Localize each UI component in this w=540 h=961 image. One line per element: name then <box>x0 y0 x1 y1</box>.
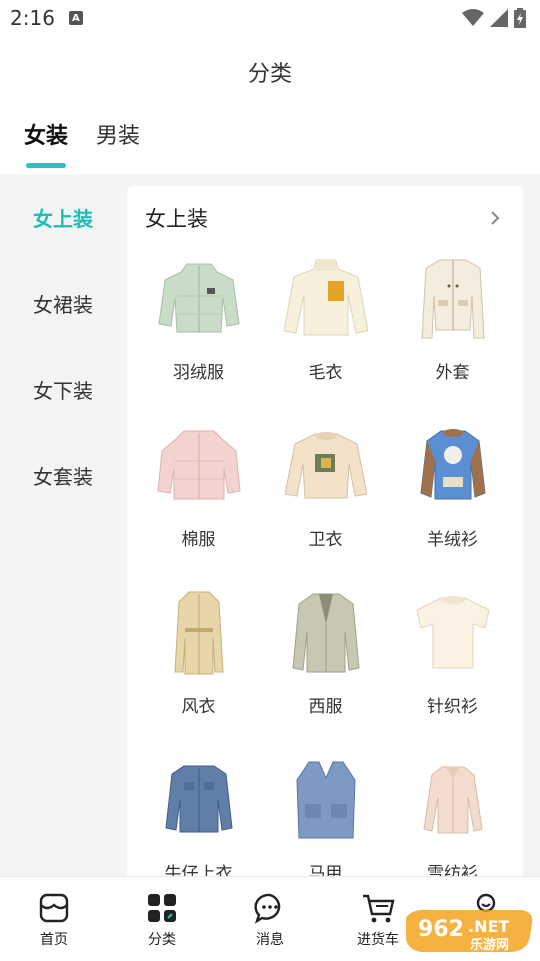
sidebar-item-women-skirts[interactable]: 女裙装 <box>0 260 126 346</box>
cellular-signal-icon <box>490 9 508 27</box>
svg-text:乐游网: 乐游网 <box>470 937 509 953</box>
sidebar-item-women-bottoms[interactable]: 女下装 <box>0 346 126 432</box>
active-tab-indicator <box>26 163 67 168</box>
knit-top-icon <box>405 584 501 680</box>
category-item-sweatshirt[interactable]: 卫衣 <box>262 417 389 584</box>
blazer-icon <box>278 584 374 680</box>
subcategory-grid: 羽绒服 毛衣 外套 棉服 卫衣 羊绒衫 风衣 西服 针织衫 牛仔上衣 马甲 雪纺… <box>127 250 523 876</box>
sweater-icon <box>278 250 374 346</box>
panel-header[interactable]: 女上装 <box>127 186 523 250</box>
category-label: 羽绒服 <box>173 363 224 383</box>
page-title: 分类 <box>247 62 292 87</box>
category-label: 针织衫 <box>427 697 478 717</box>
panel-title: 女上装 <box>145 207 208 231</box>
trench-coat-icon <box>151 584 247 680</box>
category-sidebar: 女上装 女裙装 女下装 女套装 <box>0 174 126 518</box>
status-time: 2:16 <box>10 6 55 30</box>
category-content: 女上装 女裙装 女下装 女套装 女上装 羽绒服 毛衣 外套 棉服 卫衣 羊绒衫 … <box>0 174 540 876</box>
category-label: 牛仔上衣 <box>164 864 233 876</box>
tab-women[interactable]: 女装 <box>24 118 68 168</box>
padded-jacket-icon <box>151 417 247 513</box>
notification-icon: A <box>68 11 83 25</box>
nav-label: 分类 <box>148 932 176 948</box>
cashmere-sweater-icon <box>405 417 501 513</box>
category-label: 西服 <box>308 697 343 717</box>
nav-category[interactable]: 分类 <box>108 877 216 949</box>
category-item-chiffon-shirt[interactable]: 雪纺衫 <box>389 751 516 876</box>
category-label: 雪纺衫 <box>427 864 478 876</box>
chevron-right-icon[interactable] <box>489 209 501 227</box>
category-item-cashmere-sweater[interactable]: 羊绒衫 <box>389 417 516 584</box>
message-bubble-icon <box>253 891 287 925</box>
category-item-down-jacket[interactable]: 羽绒服 <box>135 250 262 417</box>
cart-icon <box>361 891 395 925</box>
home-store-icon <box>37 891 71 925</box>
down-jacket-icon <box>151 250 247 346</box>
svg-text:.NET: .NET <box>468 917 509 936</box>
category-item-coat[interactable]: 外套 <box>389 250 516 417</box>
category-label: 羊绒衫 <box>427 530 478 550</box>
status-bar: 2:16 A <box>0 0 540 36</box>
subcategory-panel: 女上装 羽绒服 毛衣 外套 棉服 卫衣 羊绒衫 风衣 西服 针织衫 牛仔上衣 马… <box>127 186 523 876</box>
nav-messages[interactable]: 消息 <box>216 877 324 949</box>
wifi-icon <box>462 9 484 26</box>
svg-text:962: 962 <box>418 917 464 942</box>
nav-label: 进货车 <box>357 932 399 948</box>
tab-men[interactable]: 男装 <box>96 118 140 168</box>
category-item-trench-coat[interactable]: 风衣 <box>135 584 262 751</box>
category-item-vest[interactable]: 马甲 <box>262 751 389 876</box>
category-item-denim-jacket[interactable]: 牛仔上衣 <box>135 751 262 876</box>
chiffon-shirt-icon <box>405 751 501 847</box>
battery-icon <box>514 8 526 28</box>
sidebar-item-women-sets[interactable]: 女套装 <box>0 432 126 518</box>
category-label: 外套 <box>435 363 470 383</box>
top-tabs: 女装 男装 <box>24 118 140 168</box>
sweatshirt-icon <box>278 417 374 513</box>
category-item-sweater[interactable]: 毛衣 <box>262 250 389 417</box>
category-label: 马甲 <box>308 864 343 876</box>
category-label: 毛衣 <box>308 363 343 383</box>
denim-jacket-icon <box>151 751 247 847</box>
vest-icon <box>278 751 374 847</box>
category-item-blazer[interactable]: 西服 <box>262 584 389 751</box>
category-label: 卫衣 <box>308 530 343 550</box>
category-item-padded-jacket[interactable]: 棉服 <box>135 417 262 584</box>
coat-icon <box>405 250 501 346</box>
category-grid-icon <box>145 891 179 925</box>
nav-label: 首页 <box>40 932 68 948</box>
nav-label: 消息 <box>256 932 284 948</box>
tab-label: 女装 <box>24 124 69 149</box>
nav-home[interactable]: 首页 <box>0 877 108 949</box>
category-label: 风衣 <box>181 697 216 717</box>
tab-label: 男装 <box>96 124 141 149</box>
site-watermark: 962 .NET 乐游网 <box>402 906 536 956</box>
category-label: 棉服 <box>181 530 216 550</box>
category-item-knit-top[interactable]: 针织衫 <box>389 584 516 751</box>
sidebar-item-women-tops[interactable]: 女上装 <box>0 174 126 260</box>
